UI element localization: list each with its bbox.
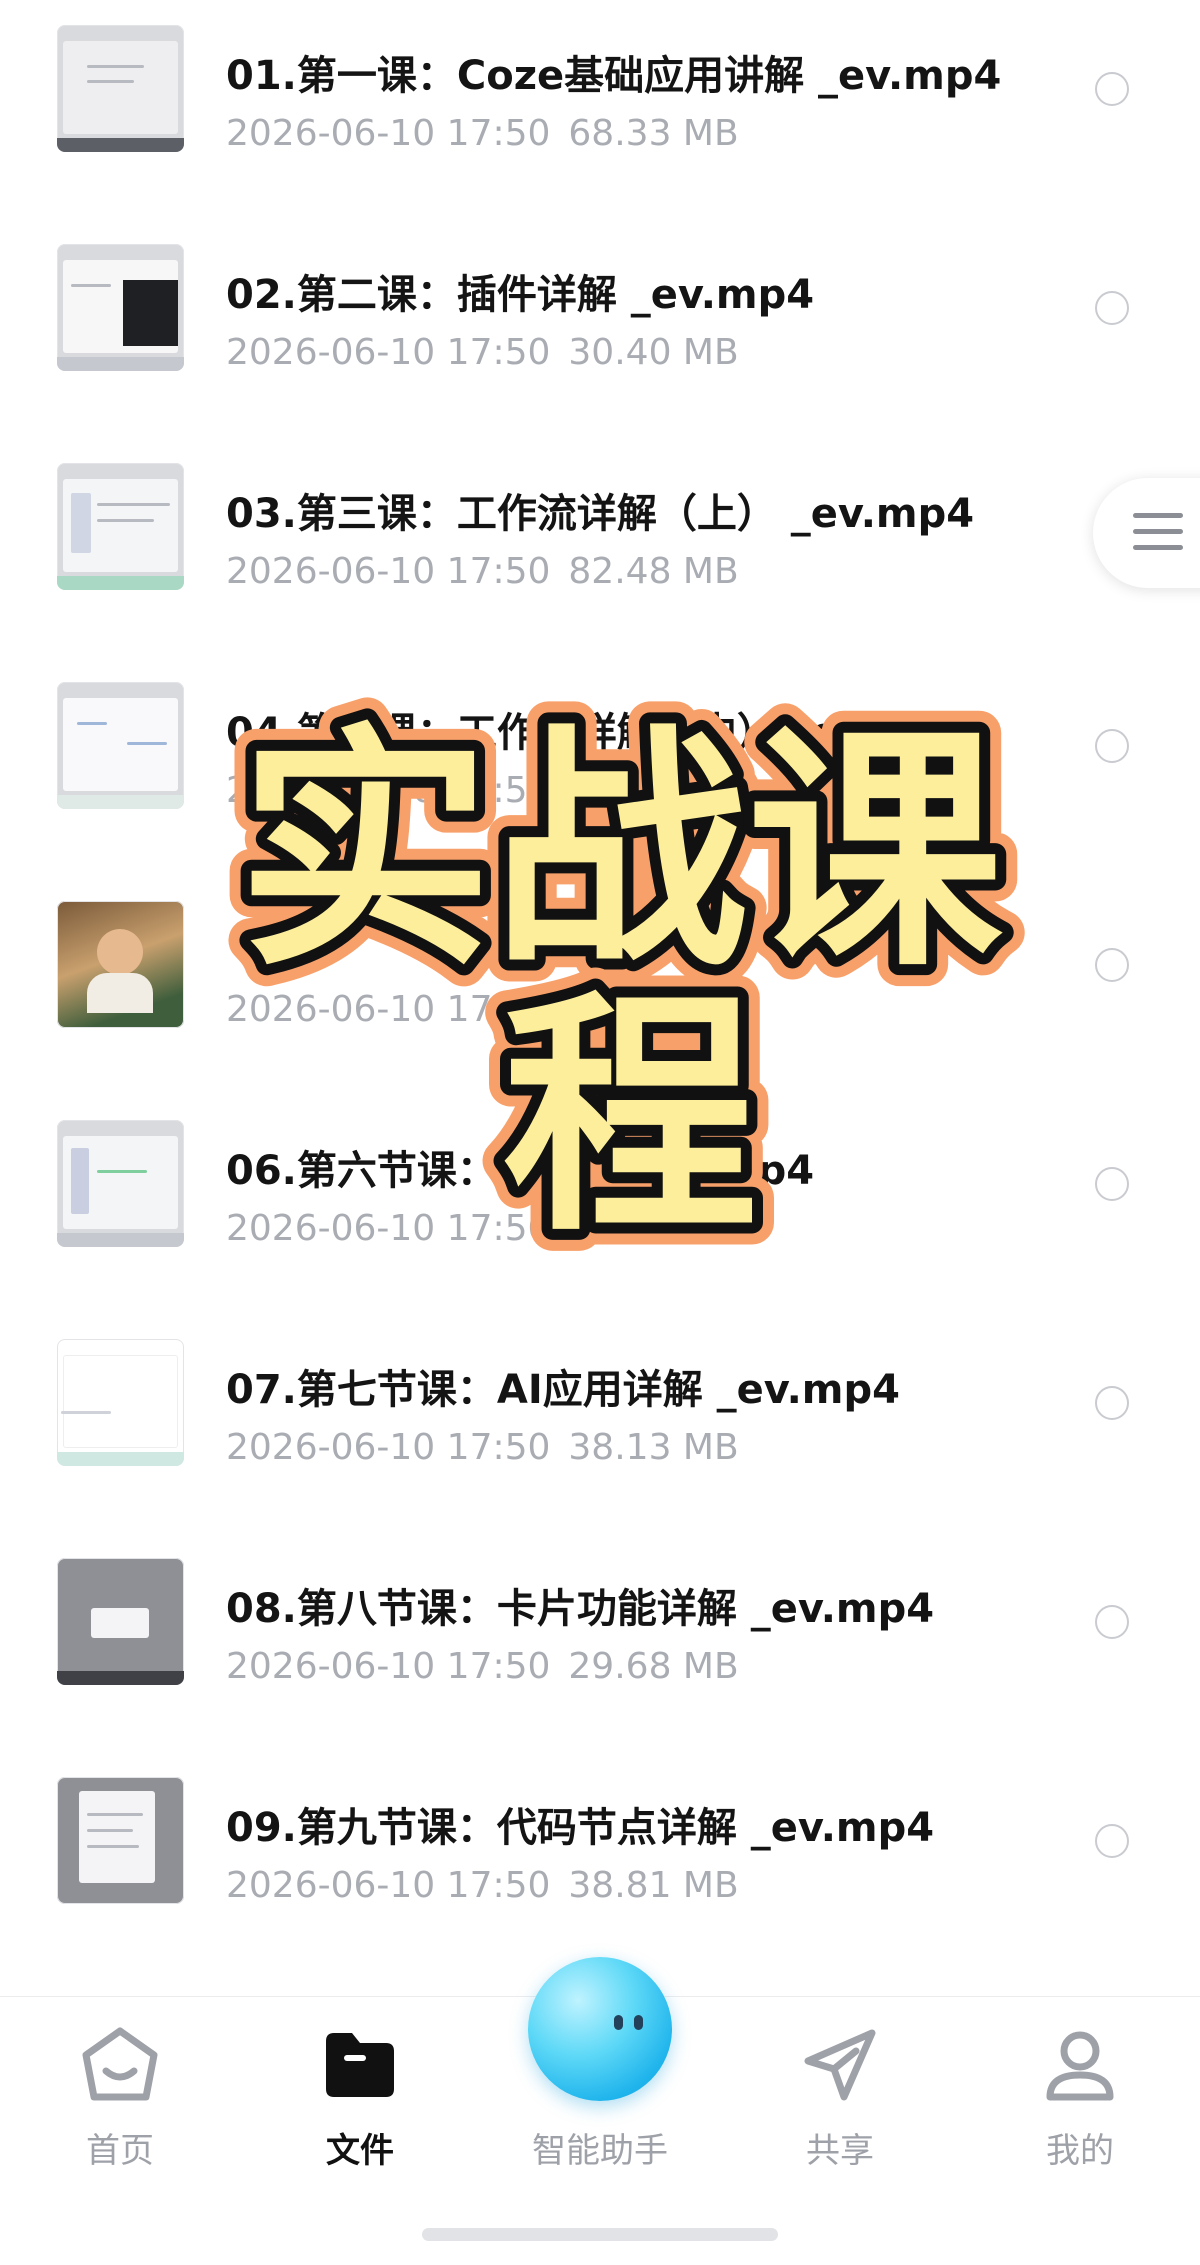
nav-me-label: 我的 — [1046, 2131, 1114, 2171]
file-date: 2026-06-10 17:50 — [226, 1865, 551, 1906]
video-thumbnail — [57, 1777, 184, 1904]
nav-files-label: 文件 — [326, 2131, 394, 2171]
file-meta: 2026-06-10 17:50 — [226, 1208, 568, 1249]
nav-share[interactable]: 共享 — [750, 1997, 930, 2197]
file-date: 2026-06-10 17:50 — [226, 989, 551, 1030]
file-name: 06.第六节课：知识库 _ev.mp4 — [226, 1148, 815, 1194]
select-radio[interactable] — [1095, 1167, 1129, 1201]
file-meta: 2026-06-10 17:50 30.40 MB — [226, 332, 739, 373]
file-row[interactable]: 02.第二课：插件详解 _ev.mp4 2026-06-10 17:50 30.4… — [0, 244, 1200, 463]
file-size: 38.13 MB — [568, 1427, 739, 1468]
home-indicator[interactable] — [422, 2228, 778, 2241]
file-meta: 2026-06-10 17:50 68.33 MB — [226, 113, 739, 154]
hamburger-icon — [1133, 513, 1183, 561]
nav-home-label: 首页 — [86, 2131, 154, 2171]
nav-me[interactable]: 我的 — [990, 1997, 1170, 2197]
file-name: 02.第二课：插件详解 _ev.mp4 — [226, 272, 815, 318]
assistant-orb-icon[interactable] — [528, 1957, 672, 2101]
video-thumbnail — [57, 244, 184, 371]
file-meta: 2026-06-10 17:50 38.13 MB — [226, 1427, 739, 1468]
file-meta: 2026-06-10 17:50 38.81 MB — [226, 1865, 739, 1906]
file-size: 68.33 MB — [568, 113, 739, 154]
nav-assistant-label: 智能助手 — [532, 2131, 668, 2171]
file-row[interactable]: 04.第三课：工作流详解（中） _ev.mp4 2026-06-10 17:50 — [0, 682, 1200, 901]
file-name: 09.第九节课：代码节点详解 _ev.mp4 — [226, 1805, 935, 1851]
file-name: 04.第三课：工作流详解（中） _ev.mp4 — [226, 710, 975, 756]
home-icon — [82, 2027, 158, 2101]
file-name: 07.第七节课：AI应用详解 _ev.mp4 — [226, 1367, 900, 1413]
file-date: 2026-06-10 17:50 — [226, 551, 551, 592]
file-row[interactable]: 08.第八节课：卡片功能详解 _ev.mp4 2026-06-10 17:50 2… — [0, 1558, 1200, 1777]
file-row[interactable]: 2026-06-10 17:50 82.21 MB — [0, 901, 1200, 1120]
file-meta: 2026-06-10 17:50 82.21 MB — [226, 989, 739, 1030]
file-size: 82.48 MB — [568, 551, 739, 592]
video-thumbnail — [57, 1558, 184, 1685]
file-row[interactable]: 01.第一课：Coze基础应用讲解 _ev.mp4 2026-06-10 17:… — [0, 25, 1200, 244]
file-size: 30.40 MB — [568, 332, 739, 373]
nav-share-label: 共享 — [806, 2131, 874, 2171]
folder-icon — [326, 2033, 394, 2097]
nav-home[interactable]: 首页 — [30, 1997, 210, 2197]
file-meta: 2026-06-10 17:50 82.48 MB — [226, 551, 739, 592]
nav-files[interactable]: 文件 — [270, 1997, 450, 2197]
file-size: 82.21 MB — [568, 989, 739, 1030]
file-date: 2026-06-10 17:50 — [226, 1208, 551, 1249]
file-name: 08.第八节课：卡片功能详解 _ev.mp4 — [226, 1586, 935, 1632]
file-date: 2026-06-10 17:50 — [226, 332, 551, 373]
select-radio[interactable] — [1095, 1386, 1129, 1420]
video-thumbnail — [57, 25, 184, 152]
video-thumbnail — [57, 1339, 184, 1466]
video-thumbnail — [57, 682, 184, 809]
select-radio[interactable] — [1095, 72, 1129, 106]
file-row[interactable]: 07.第七节课：AI应用详解 _ev.mp4 2026-06-10 17:50 3… — [0, 1339, 1200, 1558]
file-date: 2026-06-10 17:50 — [226, 770, 551, 811]
select-radio[interactable] — [1095, 948, 1129, 982]
side-menu-button[interactable] — [1093, 478, 1200, 588]
file-date: 2026-06-10 17:50 — [226, 113, 551, 154]
file-name: 03.第三课：工作流详解（上） _ev.mp4 — [226, 491, 975, 537]
video-thumbnail — [57, 463, 184, 590]
file-meta: 2026-06-10 17:50 29.68 MB — [226, 1646, 739, 1687]
bottom-navigation: 首页 文件 智能助手 共享 我的 — [0, 1957, 1200, 2265]
select-radio[interactable] — [1095, 729, 1129, 763]
file-date: 2026-06-10 17:50 — [226, 1427, 551, 1468]
video-thumbnail — [57, 1120, 184, 1247]
file-date: 2026-06-10 17:50 — [226, 1646, 551, 1687]
file-meta: 2026-06-10 17:50 — [226, 770, 568, 811]
select-radio[interactable] — [1095, 1605, 1129, 1639]
person-icon — [1046, 2031, 1114, 2101]
file-name: 01.第一课：Coze基础应用讲解 _ev.mp4 — [226, 53, 1002, 99]
video-thumbnail — [57, 901, 184, 1028]
file-size: 38.81 MB — [568, 1865, 739, 1906]
file-size: 29.68 MB — [568, 1646, 739, 1687]
file-row[interactable]: 03.第三课：工作流详解（上） _ev.mp4 2026-06-10 17:50… — [0, 463, 1200, 682]
file-row[interactable]: 06.第六节课：知识库 _ev.mp4 2026-06-10 17:50 — [0, 1120, 1200, 1339]
select-radio[interactable] — [1095, 291, 1129, 325]
select-radio[interactable] — [1095, 1824, 1129, 1858]
send-icon — [804, 2029, 876, 2101]
